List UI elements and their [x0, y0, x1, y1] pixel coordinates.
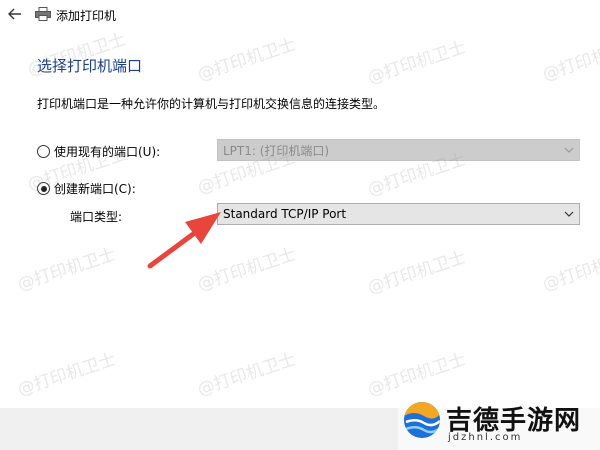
existing-port-select: LPT1: (打印机端口)	[217, 139, 580, 161]
chevron-down-icon	[564, 147, 574, 153]
logo-wave-icon	[404, 402, 440, 438]
radio-new-indicator[interactable]	[37, 182, 50, 195]
printer-icon	[35, 7, 51, 21]
port-type-label: 端口类型:	[70, 210, 123, 224]
watermark-text: @打印机卫士	[365, 349, 469, 401]
watermark-text: @打印机卫士	[195, 349, 299, 401]
back-arrow-icon[interactable]	[6, 5, 24, 23]
watermark-text: @打印机卫士	[15, 349, 119, 401]
page-heading: 选择打印机端口	[37, 57, 143, 75]
chevron-down-icon[interactable]	[564, 209, 574, 219]
watermark-text: @打印机卫士	[540, 34, 600, 86]
port-type-value: Standard TCP/IP Port	[223, 207, 347, 221]
create-new-port-radio[interactable]: 创建新端口(C):	[37, 180, 136, 197]
use-existing-port-label: 使用现有的端口(U):	[54, 145, 161, 159]
page-description: 打印机端口是一种允许你的计算机与打印机交换信息的连接类型。	[37, 97, 386, 111]
site-logo: 吉德手游网 jdzhnl.com	[398, 398, 600, 450]
existing-port-value: LPT1: (打印机端口)	[223, 143, 330, 158]
watermark-text: @打印机卫士	[365, 247, 469, 299]
use-existing-port-radio[interactable]: 使用现有的端口(U):	[37, 143, 160, 160]
create-new-port-label: 创建新端口(C):	[54, 182, 136, 196]
title-bar: 添加打印机	[0, 0, 600, 32]
port-type-select[interactable]: Standard TCP/IP Port	[217, 203, 580, 225]
watermark-text: @打印机卫士	[195, 244, 299, 296]
watermark-text: @打印机卫士	[15, 244, 119, 296]
radio-existing-indicator[interactable]	[37, 145, 50, 158]
watermark-text: @打印机卫士	[540, 244, 600, 296]
logo-domain: jdzhnl.com	[448, 432, 523, 443]
window-title: 添加打印机	[56, 9, 117, 23]
watermark-text: @打印机卫士	[365, 37, 469, 89]
watermark-text: @打印机卫士	[195, 34, 299, 86]
